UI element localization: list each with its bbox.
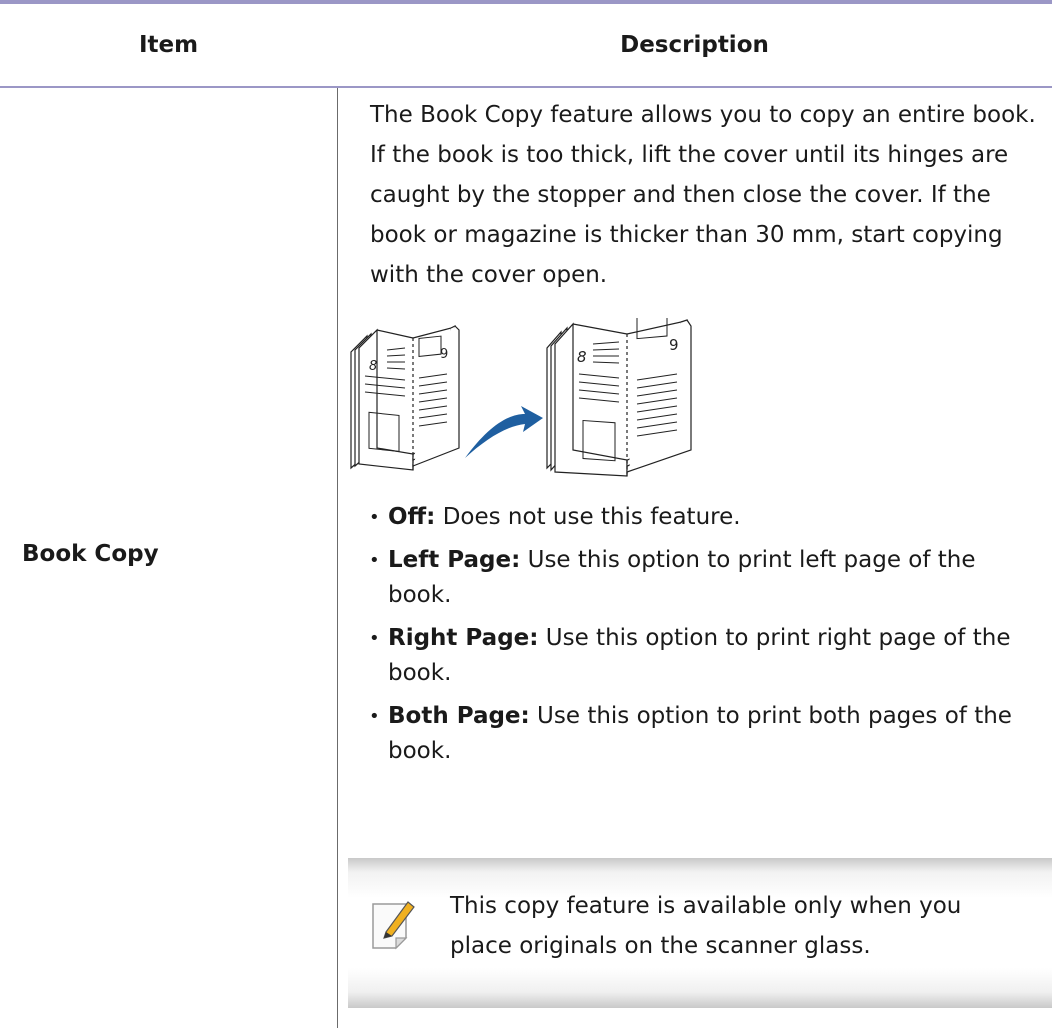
note-box: This copy feature is available only when…	[348, 858, 1052, 1008]
bullet-icon: •	[369, 706, 380, 727]
item-name: Book Copy	[22, 541, 159, 567]
option-term: Off:	[388, 504, 436, 530]
option-item-left-page: • Left Page: Use this option to print le…	[369, 543, 1042, 613]
note-text: This copy feature is available only when…	[450, 893, 962, 959]
small-book-right-page-number: 9	[440, 347, 448, 362]
bullet-icon: •	[369, 550, 380, 571]
option-term: Left Page:	[388, 547, 521, 573]
small-book-left-page-number: 8	[369, 359, 377, 374]
bullet-icon: •	[369, 628, 380, 649]
option-term: Right Page:	[388, 625, 539, 651]
table-header-row: Item Description	[0, 4, 1052, 86]
option-list: • Off: Does not use this feature. • Left…	[369, 500, 1042, 777]
option-item-off: • Off: Does not use this feature.	[369, 500, 1042, 535]
option-item-right-page: • Right Page: Use this option to print r…	[369, 621, 1042, 691]
table-header-rule	[0, 86, 1052, 88]
column-header-description: Description	[620, 32, 769, 58]
large-book-right-page-number: 9	[669, 336, 679, 354]
option-item-both-page: • Both Page: Use this option to print bo…	[369, 699, 1042, 769]
curved-arrow-icon	[465, 406, 543, 458]
description-intro: The Book Copy feature allows you to copy…	[370, 102, 1036, 288]
manual-page: Item Description Book Copy The Book Copy…	[0, 0, 1052, 1028]
note-pencil-icon	[372, 901, 415, 950]
book-copy-illustration: 8 9 8 9	[350, 318, 692, 477]
bullet-icon: •	[369, 507, 380, 528]
column-header-item: Item	[138, 32, 199, 58]
option-text: Does not use this feature.	[435, 504, 741, 530]
option-term: Both Page:	[388, 703, 530, 729]
column-divider	[337, 88, 338, 1028]
large-book-left-page-number: 8	[577, 348, 587, 366]
